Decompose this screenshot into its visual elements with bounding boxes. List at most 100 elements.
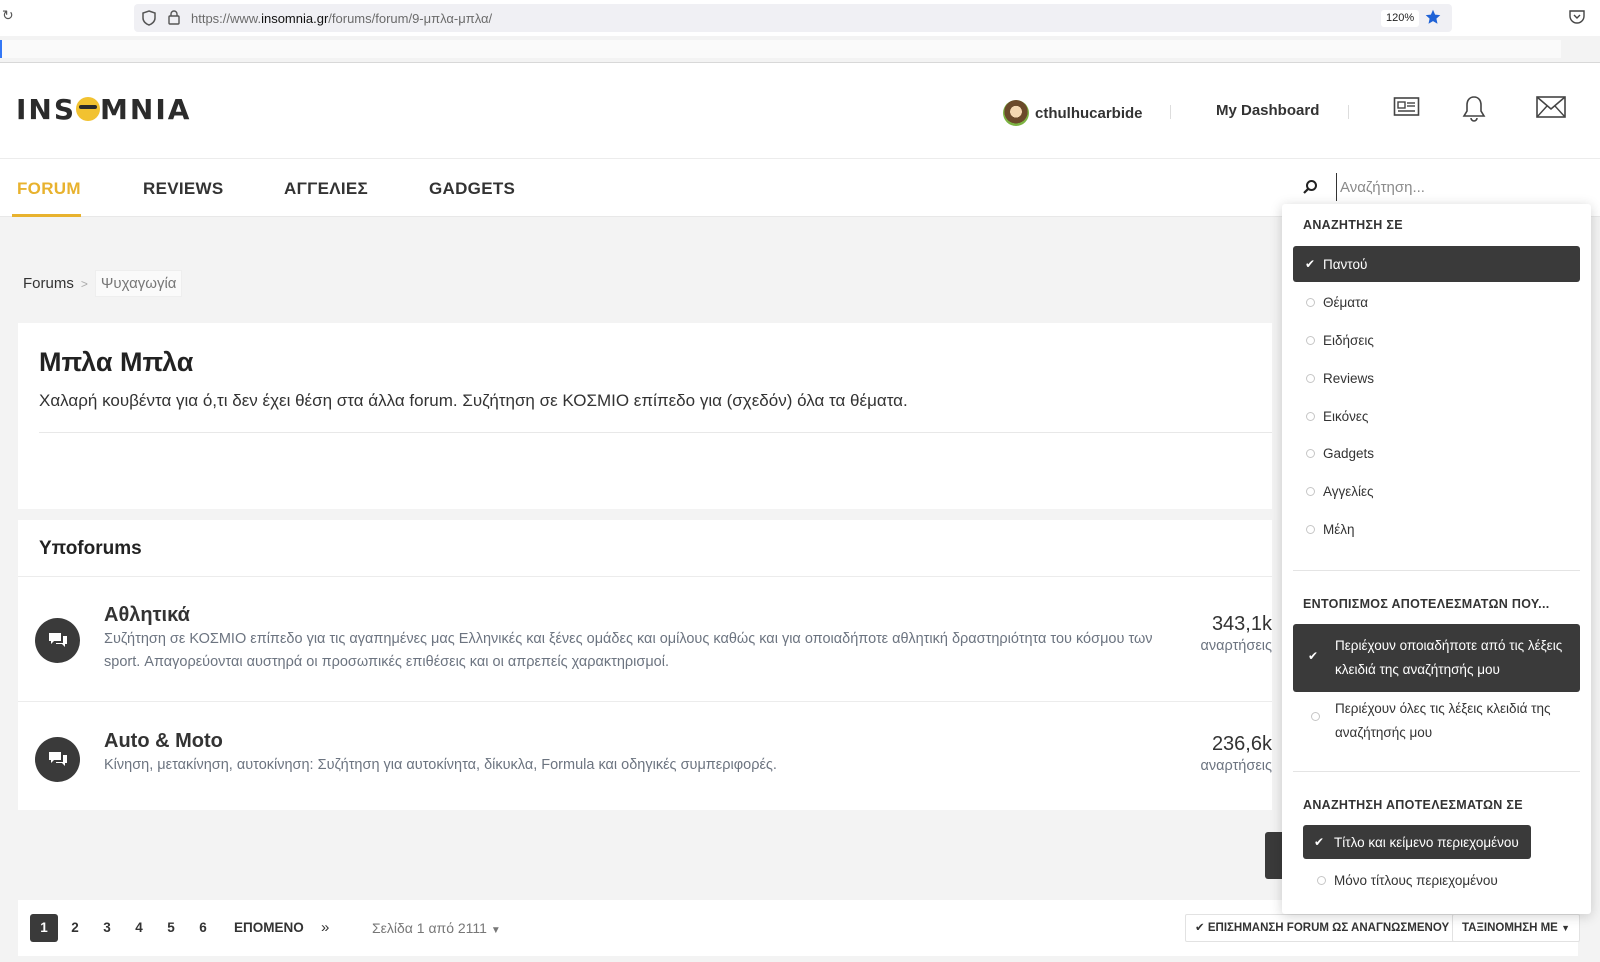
page-jump-dropdown[interactable]: Σελίδα 1 από 2111 ▼ (372, 914, 501, 945)
caret-down-icon: ▼ (490, 925, 501, 936)
bookmark-star-icon[interactable] (1425, 9, 1441, 25)
post-count-label: αναρτήσεις (1200, 638, 1272, 654)
search-in-option[interactable]: ✔ Τίτλο και κείμενο περιεχομένου (1303, 825, 1531, 859)
check-icon: ✔ (1195, 922, 1205, 934)
subforum-title[interactable]: Αθλητικά (104, 604, 190, 627)
notifications-bell-icon[interactable] (1462, 95, 1486, 123)
lock-icon[interactable] (168, 10, 180, 25)
subforum-stats: 236,6k αναρτήσεις (1162, 733, 1272, 774)
radio-icon (1306, 449, 1315, 458)
option-label: Μόνο τίτλους περιεχομένου (1334, 872, 1498, 888)
search-input[interactable] (1336, 173, 1576, 201)
sort-label: ΤΑΞΙΝΟΜΗΣΗ ΜΕ (1462, 922, 1558, 934)
check-icon: ✔ (1314, 835, 1325, 849)
check-icon: ✔ (1308, 649, 1319, 663)
page-of-label: Σελίδα 1 από 2111 (372, 920, 487, 936)
nav-active-indicator (12, 214, 81, 217)
option-label: Τίτλο και κείμενο περιεχομένου (1334, 834, 1519, 850)
divider (1293, 570, 1580, 571)
browser-toolbar: ↻ https://www.insomnia.gr/forums/forum/9… (0, 0, 1600, 36)
search-scope-heading: ΑΝΑΖΗΤΗΣΗ ΣΕ (1303, 218, 1403, 232)
post-count-label: αναρτήσεις (1200, 758, 1272, 774)
nav-gadgets[interactable]: GADGETS (429, 179, 515, 199)
scope-option[interactable]: Μέλη (1293, 511, 1580, 547)
breadcrumb-forums[interactable]: Forums (23, 275, 74, 292)
page-title: Μπλα Μπλα (39, 347, 194, 377)
option-label: Περιέχουν όλες τις λέξεις κλειδιά της αν… (1335, 701, 1551, 740)
breadcrumb-current[interactable]: Ψυχαγωγία (94, 270, 183, 297)
nav-classifieds[interactable]: ΑΓΓΕΛΙΕΣ (284, 179, 368, 199)
logo-text-right: MNIA (100, 93, 192, 126)
avatar (1003, 100, 1029, 126)
forum-chat-icon (35, 737, 80, 782)
dashboard-link[interactable]: My Dashboard (1216, 102, 1319, 119)
page-link[interactable]: 6 (189, 914, 217, 942)
page-link[interactable]: 5 (157, 914, 185, 942)
messages-envelope-icon[interactable] (1536, 95, 1566, 119)
mark-read-button[interactable]: ✔ ΕΠΙΣΗΜΑΝΣΗ FORUM ΩΣ ΑΝΑΓΝΩΣΜΕΝΟΥ (1185, 914, 1460, 942)
subforum-description: Κίνηση, μετακίνηση, αυτοκίνηση: Συζήτηση… (104, 757, 777, 773)
scope-option[interactable]: Ειδήσεις (1293, 322, 1580, 358)
activity-stream-icon[interactable] (1393, 95, 1420, 119)
divider (1293, 771, 1580, 772)
search-icon[interactable] (1302, 179, 1318, 195)
subforum-row: Αθλητικά Συζήτηση σε ΚΟΣΜΙΟ επίπεδο για … (18, 577, 1272, 702)
tracking-shield-icon[interactable] (142, 10, 156, 26)
page-link[interactable]: 1 (30, 914, 58, 942)
page-link[interactable]: 2 (61, 914, 89, 942)
forum-header-card: Μπλα Μπλα Χαλαρή κουβέντα για ό,τι δεν έ… (18, 323, 1272, 509)
username: cthulhucarbide (1035, 104, 1143, 122)
next-page-link[interactable]: ΕΠΟΜΕΝΟ (234, 914, 304, 942)
mark-read-label: ΕΠΙΣΗΜΑΝΣΗ FORUM ΩΣ ΑΝΑΓΝΩΣΜΕΝΟΥ (1207, 922, 1450, 934)
check-icon: ✔ (1305, 257, 1316, 271)
option-label: Reviews (1323, 370, 1375, 386)
option-label: Θέματα (1323, 294, 1369, 310)
logo-mascot-icon (76, 97, 101, 121)
option-label: Ειδήσεις (1323, 332, 1374, 348)
site-logo[interactable]: INS MNIA (16, 95, 191, 125)
page-link[interactable]: 3 (93, 914, 121, 942)
zoom-level-badge[interactable]: 120% (1381, 10, 1420, 27)
subforum-title[interactable]: Auto & Moto (104, 730, 223, 753)
url-text[interactable]: https://www.insomnia.gr/forums/forum/9-μ… (191, 11, 492, 26)
user-menu[interactable]: cthulhucarbide (1003, 99, 1143, 127)
nav-forum[interactable]: FORUM (17, 179, 81, 199)
radio-icon (1311, 712, 1320, 721)
address-bar[interactable]: https://www.insomnia.gr/forums/forum/9-μ… (134, 4, 1452, 32)
scope-option[interactable]: ✔ Παντού (1293, 246, 1580, 282)
radio-icon (1306, 412, 1315, 421)
bookmarks-toolbar (0, 40, 1561, 58)
match-option[interactable]: Περιέχουν όλες τις λέξεις κλειδιά της αν… (1293, 687, 1580, 755)
radio-icon (1306, 487, 1315, 496)
sort-by-button[interactable]: ΤΑΞΙΝΟΜΗΣΗ ΜΕ ▼ (1452, 914, 1580, 942)
scope-option[interactable]: Αγγελίες (1293, 473, 1580, 509)
page-link[interactable]: 4 (125, 914, 153, 942)
header-separator (1348, 105, 1349, 119)
scope-option[interactable]: Gadgets (1293, 435, 1580, 471)
subforums-card: Υποforums Αθλητικά Συζήτηση σε ΚΟΣΜΙΟ επ… (18, 520, 1272, 810)
post-count: 343,1k (1211, 613, 1272, 635)
subforum-stats: 343,1k αναρτήσεις (1162, 613, 1272, 654)
subforum-row: Auto & Moto Κίνηση, μετακίνηση, αυτοκίνη… (18, 703, 1272, 810)
option-label: Παντού (1323, 256, 1368, 272)
option-label: Περιέχουν οποιαδήποτε από τις λέξεις κλε… (1335, 638, 1563, 677)
radio-icon (1306, 374, 1315, 383)
breadcrumb: Forums > Ψυχαγωγία (23, 270, 183, 297)
breadcrumb-chevron-icon: > (80, 276, 88, 291)
forum-chat-icon (35, 618, 80, 663)
pocket-icon[interactable] (1569, 10, 1585, 24)
last-page-link[interactable]: » (321, 914, 329, 942)
scope-option[interactable]: Εικόνες (1293, 398, 1580, 434)
scope-option[interactable]: Θέματα (1293, 284, 1580, 320)
logo-text-left: INS (16, 93, 77, 126)
option-label: Μέλη (1323, 521, 1355, 537)
radio-icon (1317, 876, 1326, 885)
search-in-option[interactable]: Μόνο τίτλους περιεχομένου (1303, 863, 1510, 897)
radio-icon (1306, 336, 1315, 345)
search-options-menu: ΑΝΑΖΗΤΗΣΗ ΣΕ ✔ Παντού Θέματα Ειδήσεις Rev… (1282, 204, 1591, 914)
nav-reviews[interactable]: REVIEWS (143, 179, 224, 199)
match-option[interactable]: ✔ Περιέχουν οποιαδήποτε από τις λέξεις κλ… (1293, 624, 1580, 692)
option-label: Εικόνες (1323, 408, 1369, 424)
scope-option[interactable]: Reviews (1293, 360, 1580, 396)
reload-icon[interactable]: ↻ (2, 9, 16, 23)
